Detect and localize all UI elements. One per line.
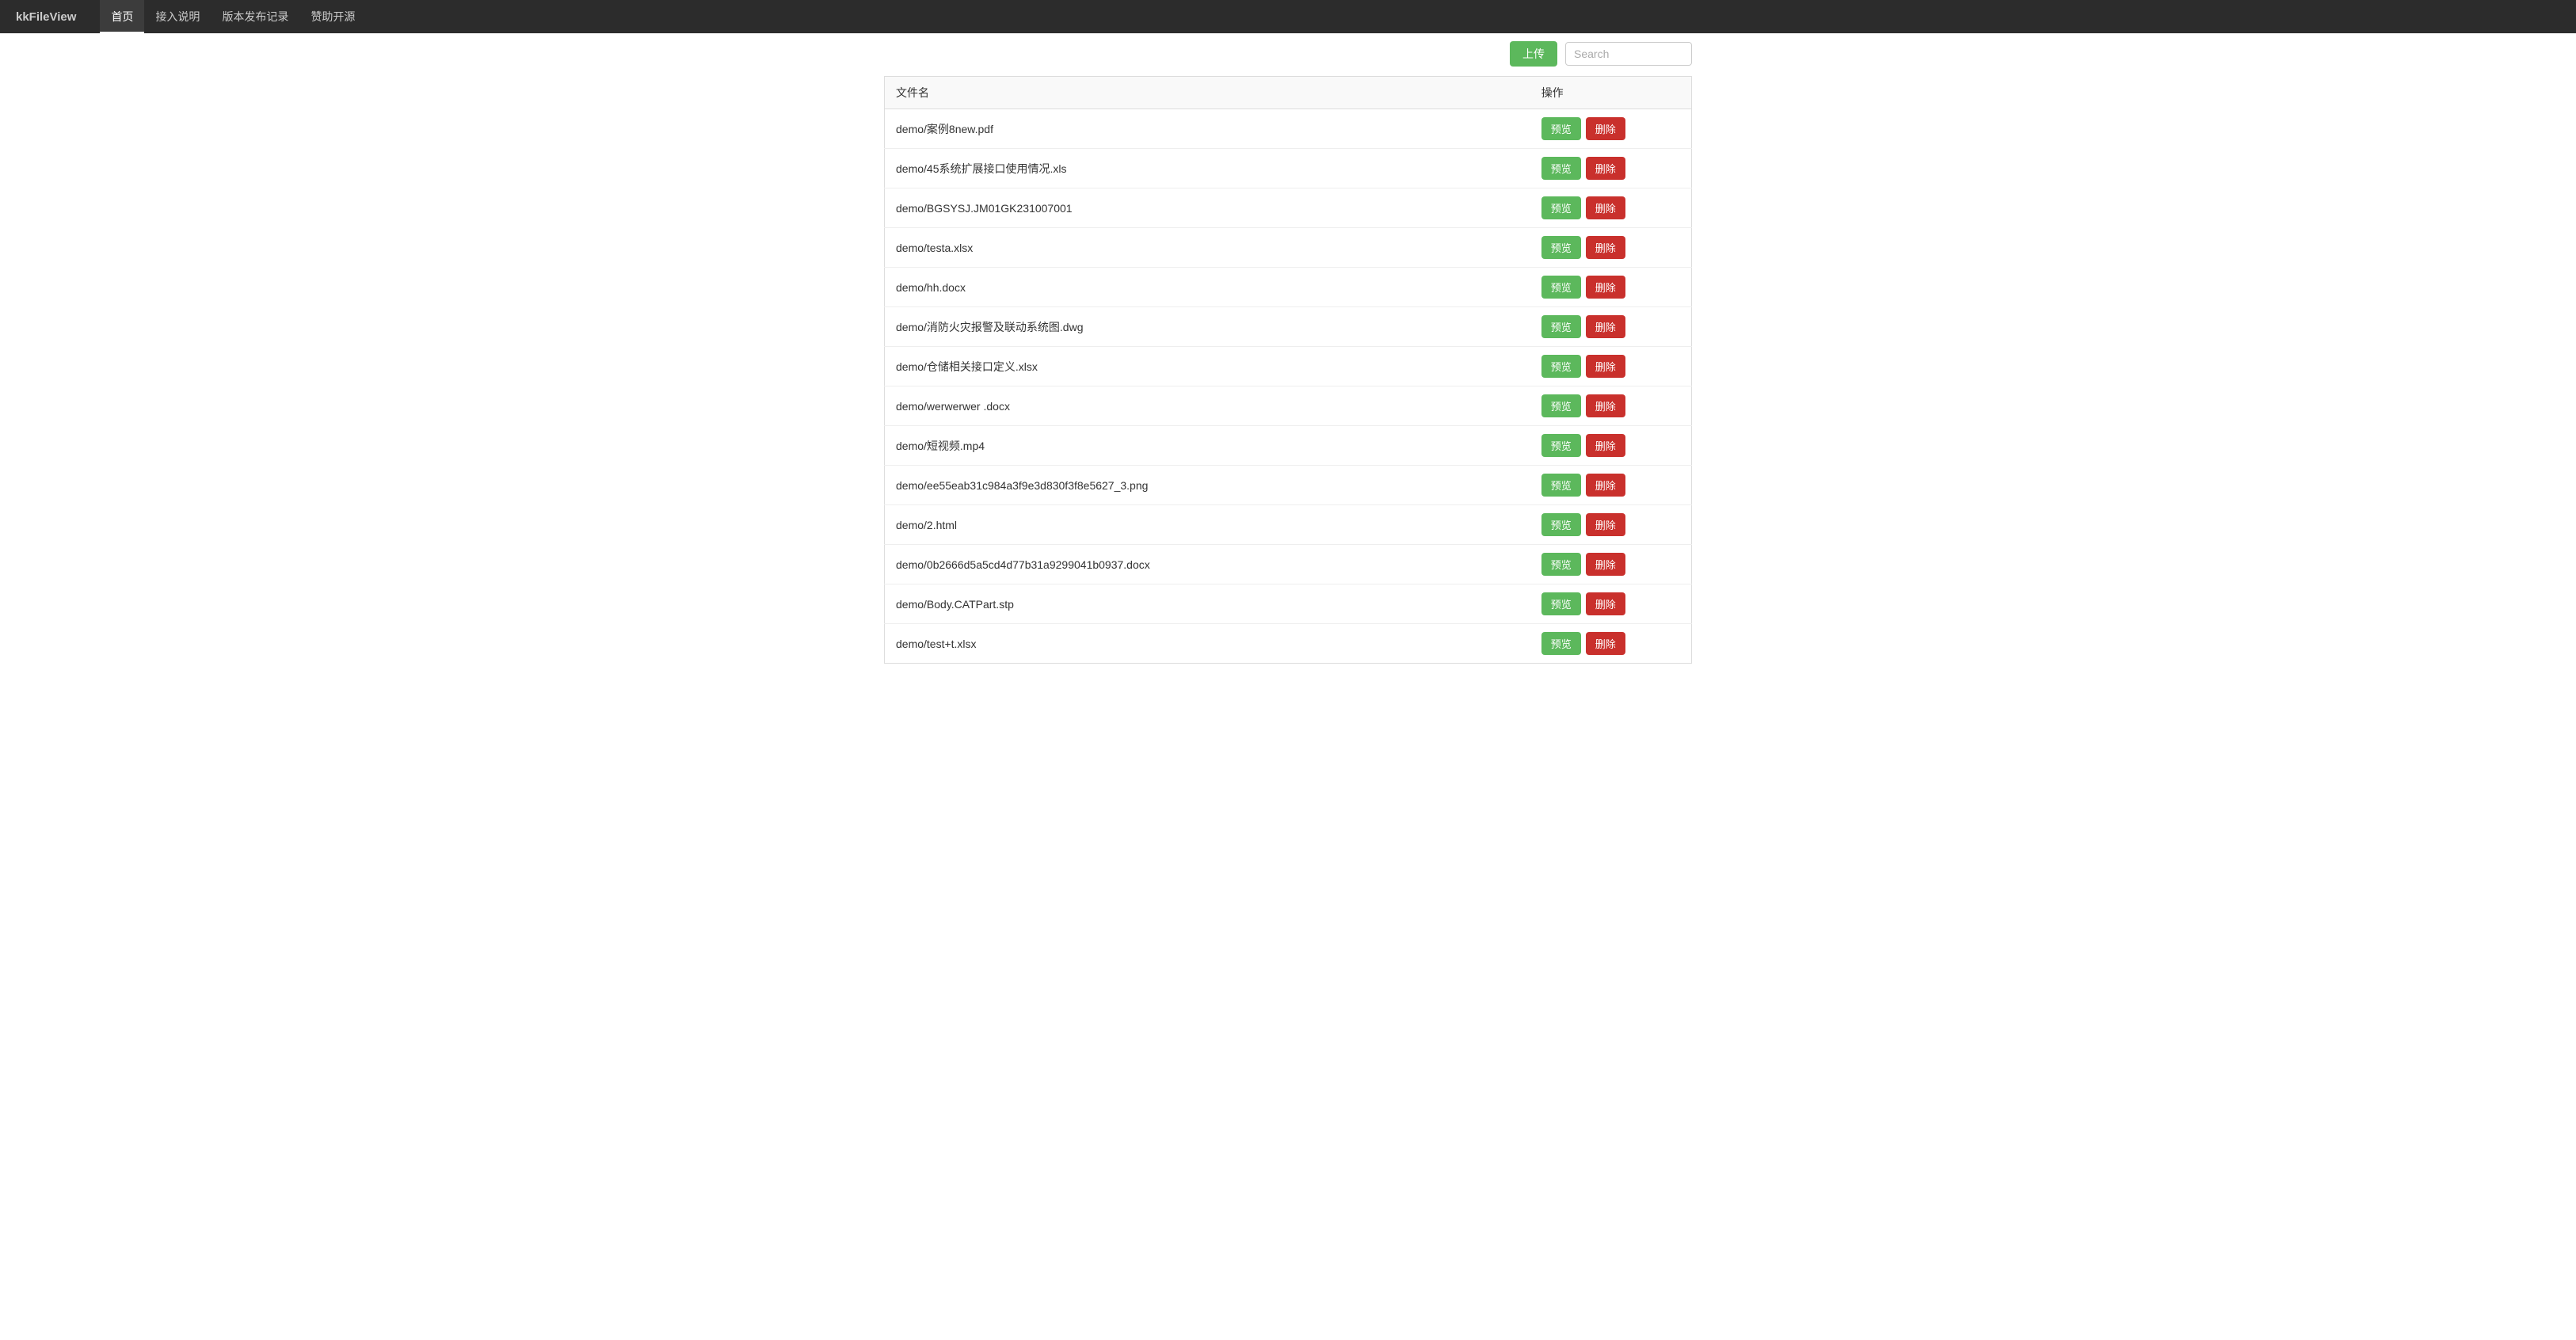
nav-item-sponsor[interactable]: 赞助开源	[299, 0, 366, 33]
file-name: demo/仓储相关接口定义.xlsx	[885, 347, 1530, 386]
table-row: demo/werwerwer .docx预览删除	[885, 386, 1692, 426]
delete-button[interactable]: 删除	[1586, 157, 1625, 180]
top-bar: 上传	[884, 41, 1692, 67]
table-row: demo/ee55eab31c984a3f9e3d830f3f8e5627_3.…	[885, 466, 1692, 505]
table-row: demo/仓储相关接口定义.xlsx预览删除	[885, 347, 1692, 386]
preview-button[interactable]: 预览	[1541, 276, 1581, 299]
table-body: demo/案例8new.pdf预览删除demo/45系统扩展接口使用情况.xls…	[885, 109, 1692, 664]
file-name: demo/hh.docx	[885, 268, 1530, 307]
navbar: kkFileView 首页 接入说明 版本发布记录 赞助开源	[0, 0, 2576, 33]
file-name: demo/案例8new.pdf	[885, 109, 1530, 149]
file-name: demo/test+t.xlsx	[885, 624, 1530, 664]
file-actions: 预览删除	[1530, 109, 1692, 149]
preview-button[interactable]: 预览	[1541, 394, 1581, 417]
file-actions: 预览删除	[1530, 307, 1692, 347]
file-actions: 预览删除	[1530, 584, 1692, 624]
file-name: demo/45系统扩展接口使用情况.xls	[885, 149, 1530, 188]
file-actions: 预览删除	[1530, 268, 1692, 307]
delete-button[interactable]: 删除	[1586, 513, 1625, 536]
file-name: demo/短视频.mp4	[885, 426, 1530, 466]
preview-button[interactable]: 预览	[1541, 553, 1581, 576]
file-name: demo/ee55eab31c984a3f9e3d830f3f8e5627_3.…	[885, 466, 1530, 505]
file-actions: 预览删除	[1530, 426, 1692, 466]
table-row: demo/2.html预览删除	[885, 505, 1692, 545]
preview-button[interactable]: 预览	[1541, 355, 1581, 378]
table-row: demo/短视频.mp4预览删除	[885, 426, 1692, 466]
delete-button[interactable]: 删除	[1586, 355, 1625, 378]
file-name: demo/werwerwer .docx	[885, 386, 1530, 426]
delete-button[interactable]: 删除	[1586, 315, 1625, 338]
nav-brand: kkFileView	[16, 10, 76, 24]
file-actions: 预览删除	[1530, 347, 1692, 386]
file-name: demo/BGSYSJ.JM01GK231007001	[885, 188, 1530, 228]
file-actions: 预览删除	[1530, 624, 1692, 664]
col-header-action: 操作	[1530, 77, 1692, 109]
preview-button[interactable]: 预览	[1541, 157, 1581, 180]
table-row: demo/test+t.xlsx预览删除	[885, 624, 1692, 664]
preview-button[interactable]: 预览	[1541, 196, 1581, 219]
table-row: demo/0b2666d5a5cd4d77b31a9299041b0937.do…	[885, 545, 1692, 584]
delete-button[interactable]: 删除	[1586, 553, 1625, 576]
file-actions: 预览删除	[1530, 386, 1692, 426]
file-actions: 预览删除	[1530, 466, 1692, 505]
delete-button[interactable]: 删除	[1586, 394, 1625, 417]
nav-item-release[interactable]: 版本发布记录	[211, 0, 299, 33]
delete-button[interactable]: 删除	[1586, 236, 1625, 259]
table-row: demo/BGSYSJ.JM01GK231007001预览删除	[885, 188, 1692, 228]
nav-item-integration[interactable]: 接入说明	[144, 0, 211, 33]
file-actions: 预览删除	[1530, 505, 1692, 545]
file-name: demo/2.html	[885, 505, 1530, 545]
delete-button[interactable]: 删除	[1586, 592, 1625, 615]
preview-button[interactable]: 预览	[1541, 434, 1581, 457]
table-row: demo/Body.CATPart.stp预览删除	[885, 584, 1692, 624]
table-row: demo/hh.docx预览删除	[885, 268, 1692, 307]
delete-button[interactable]: 删除	[1586, 632, 1625, 655]
preview-button[interactable]: 预览	[1541, 315, 1581, 338]
file-actions: 预览删除	[1530, 228, 1692, 268]
delete-button[interactable]: 删除	[1586, 276, 1625, 299]
preview-button[interactable]: 预览	[1541, 474, 1581, 497]
table-header: 文件名 操作	[885, 77, 1692, 109]
file-name: demo/Body.CATPart.stp	[885, 584, 1530, 624]
file-name: demo/消防火灾报警及联动系统图.dwg	[885, 307, 1530, 347]
preview-button[interactable]: 预览	[1541, 236, 1581, 259]
file-actions: 预览删除	[1530, 188, 1692, 228]
file-name: demo/testa.xlsx	[885, 228, 1530, 268]
search-input[interactable]	[1565, 42, 1692, 66]
nav-item-home[interactable]: 首页	[100, 0, 144, 33]
preview-button[interactable]: 预览	[1541, 117, 1581, 140]
preview-button[interactable]: 预览	[1541, 632, 1581, 655]
delete-button[interactable]: 删除	[1586, 474, 1625, 497]
table-row: demo/45系统扩展接口使用情况.xls预览删除	[885, 149, 1692, 188]
delete-button[interactable]: 删除	[1586, 117, 1625, 140]
delete-button[interactable]: 删除	[1586, 434, 1625, 457]
file-name: demo/0b2666d5a5cd4d77b31a9299041b0937.do…	[885, 545, 1530, 584]
main-content: 上传 文件名 操作 demo/案例8new.pdf预览删除demo/45系统扩展…	[868, 33, 1708, 680]
preview-button[interactable]: 预览	[1541, 592, 1581, 615]
file-actions: 预览删除	[1530, 545, 1692, 584]
delete-button[interactable]: 删除	[1586, 196, 1625, 219]
col-header-name: 文件名	[885, 77, 1530, 109]
upload-button[interactable]: 上传	[1510, 41, 1557, 67]
file-table: 文件名 操作 demo/案例8new.pdf预览删除demo/45系统扩展接口使…	[884, 76, 1692, 664]
preview-button[interactable]: 预览	[1541, 513, 1581, 536]
table-row: demo/案例8new.pdf预览删除	[885, 109, 1692, 149]
table-row: demo/testa.xlsx预览删除	[885, 228, 1692, 268]
file-actions: 预览删除	[1530, 149, 1692, 188]
table-row: demo/消防火灾报警及联动系统图.dwg预览删除	[885, 307, 1692, 347]
